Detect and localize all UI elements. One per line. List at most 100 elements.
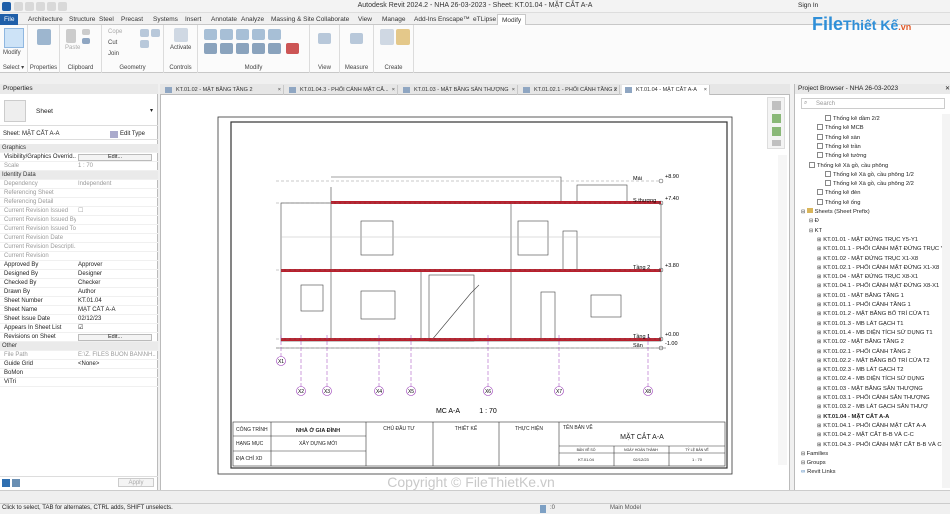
property-row[interactable]: Current Revision Issued By xyxy=(0,216,158,225)
property-row[interactable]: Current Revision Date xyxy=(0,234,158,243)
ribbon-tab-etlipse[interactable]: eTLipse xyxy=(469,14,500,25)
property-row[interactable]: Current Revision Descripti... xyxy=(0,243,158,252)
workset-icon[interactable] xyxy=(540,505,546,513)
browser-schedule-item[interactable]: Thống kê ống xyxy=(817,198,860,208)
property-row[interactable]: Checked By Checker xyxy=(0,279,158,288)
ribbon-tab-massing-site[interactable]: Massing & Site xyxy=(267,14,318,25)
drawing-canvas[interactable]: Mái +8.90 S.thượng +7.40 Tầng 2 +3.80 Tầng 1 +0… xyxy=(160,95,790,490)
property-value[interactable]: ☑ xyxy=(78,324,156,333)
ribbon-tab-analyze[interactable]: Analyze xyxy=(237,14,268,25)
copy-icon[interactable] xyxy=(82,29,90,35)
browser-schedule-item[interactable]: Thống kê sàn xyxy=(817,133,860,143)
paste-icon[interactable] xyxy=(66,29,76,43)
ribbon-tab-precast[interactable]: Precast xyxy=(117,14,147,25)
select-filter-icon[interactable] xyxy=(12,479,20,487)
property-row[interactable]: Drawn By Author xyxy=(0,288,158,297)
edit-type-button[interactable]: Edit Type xyxy=(120,131,145,137)
edit-button[interactable]: Edit... xyxy=(78,334,152,341)
view-tab[interactable]: KT.01.04.3 - PHỐI CẢNH MẶT CẮ... × xyxy=(286,85,398,95)
property-row[interactable]: Sheet Name MẶT CẮT A-A xyxy=(0,306,158,315)
modify-cursor-icon[interactable] xyxy=(4,28,24,48)
edit-button[interactable]: Edit... xyxy=(78,154,152,161)
delete-icon[interactable] xyxy=(286,43,299,54)
browser-sheet-item[interactable]: ⊞ KT.01.03.2 - MB LÁT GẠCH SÂN THƯỢ xyxy=(817,403,928,412)
browser-sheet-item[interactable]: ⊞ KT.01.02 - MẶT BẰNG TẦNG 2 xyxy=(817,338,904,347)
browser-sheet-item[interactable]: ⊞ KT.01.01.2 - MẶT BẰNG BỐ TRÍ CỬA T1 xyxy=(817,310,930,319)
ribbon-tab-annotate[interactable]: Annotate xyxy=(207,14,241,25)
property-row[interactable]: Sheet Issue Date 02/12/23 xyxy=(0,315,158,324)
property-row[interactable]: Designed By Designer xyxy=(0,270,158,279)
property-value[interactable]: Author xyxy=(78,288,156,297)
ribbon-tab-modify[interactable]: Modify xyxy=(497,14,527,25)
browser-schedule-item[interactable]: Thống kê Xà gồ, cầu phông 1/2 xyxy=(825,170,914,180)
property-row[interactable]: Scale 1 : 70 xyxy=(0,162,158,171)
create-group-icon[interactable] xyxy=(396,29,410,45)
chevron-down-icon[interactable]: ▾ xyxy=(150,107,153,114)
browser-sheet-item[interactable]: ⊞ KT.01.04.1 - PHỐI CẢNH MẶT ĐỨNG X8-X1 xyxy=(817,282,939,291)
apply-button[interactable]: Apply xyxy=(118,478,154,487)
property-row[interactable]: Current Revision Issued ☐ xyxy=(0,207,158,216)
browser-sheet-item[interactable]: ⊞ KT.01.04.2 - MẶT CẮT B-B VÀ C-C xyxy=(817,431,914,440)
browser-sheet-item[interactable]: ⊞ KT.01.02.3 - MB LÁT GẠCH T2 xyxy=(817,366,904,375)
activate-icon[interactable] xyxy=(174,28,188,42)
browser-tree-node[interactable]: ⊟ Đ xyxy=(809,217,819,226)
property-value[interactable]: Designer xyxy=(78,270,156,279)
browser-sheet-item[interactable]: ⊞ KT.01.01.4 - MB DIỆN TÍCH SỬ DỤNG T1 xyxy=(817,329,933,338)
move-icon[interactable] xyxy=(204,43,217,54)
browser-tree-node[interactable]: ⊟ Families xyxy=(801,450,828,459)
browser-tree-node[interactable]: ⊟ Sheets (Sheet Prefix) xyxy=(801,208,870,217)
ribbon-tab-architecture[interactable]: Architecture xyxy=(24,14,67,25)
ribbon-tab-file[interactable]: File xyxy=(0,14,19,25)
cut-button[interactable]: Cut xyxy=(108,40,117,46)
ribbon-tab-view[interactable]: View xyxy=(354,14,376,25)
property-row[interactable]: Current Revision Issued To xyxy=(0,225,158,234)
ribbon-tab-systems[interactable]: Systems xyxy=(149,14,182,25)
property-value[interactable]: Approver xyxy=(78,261,156,270)
view-tab[interactable]: KT.01.04 - MẶT CẮT A-A × xyxy=(622,85,710,95)
browser-schedule-item[interactable]: Thống kê dầm 2/2 xyxy=(825,115,880,124)
browser-sheet-item[interactable]: ⊞ KT.01.02.4 - MB DIỆN TÍCH SỬ DỤNG xyxy=(817,375,924,384)
create-assembly-icon[interactable] xyxy=(380,29,394,45)
property-row[interactable]: BoMon xyxy=(0,369,158,378)
ribbon-tab-steel[interactable]: Steel xyxy=(95,14,118,25)
property-row[interactable]: Sheet Number KT.01.04 xyxy=(0,297,158,306)
rotate-icon[interactable] xyxy=(236,43,249,54)
browser-schedule-item[interactable]: Thống kê đèn xyxy=(817,189,860,198)
paste-button[interactable]: Paste xyxy=(65,45,80,51)
property-row[interactable]: Revisions on Sheet Edit... xyxy=(0,333,158,342)
instance-filter[interactable]: Sheet: MẶT CẮT A-A Edit Type xyxy=(0,129,158,140)
type-selector[interactable]: Sheet ▾ xyxy=(0,96,158,126)
mirror-draw-icon[interactable] xyxy=(252,29,265,40)
property-category[interactable]: Graphics xyxy=(0,144,158,153)
ribbon-tab-insert[interactable]: Insert xyxy=(181,14,205,25)
browser-sheet-item[interactable]: ⊞ KT.01.01 - MẶT ĐỨNG TRỤC Y5-Y1 xyxy=(817,236,918,245)
copy-element-icon[interactable] xyxy=(220,43,233,54)
array-icon[interactable] xyxy=(268,43,281,54)
zoom-icon[interactable] xyxy=(772,101,781,110)
split-icon[interactable] xyxy=(268,29,281,40)
property-row[interactable]: Current Revision xyxy=(0,252,158,261)
zoom-region-icon[interactable] xyxy=(772,127,781,136)
browser-sheet-item[interactable]: ⊞ KT.01.01.3 - MB LÁT GẠCH T1 xyxy=(817,320,904,329)
properties-icon[interactable] xyxy=(37,29,51,45)
cut-clipboard-icon[interactable] xyxy=(82,38,90,44)
property-value[interactable]: <None> xyxy=(78,360,156,369)
property-category[interactable]: Identity Data xyxy=(0,171,158,180)
browser-schedule-item[interactable]: Thống kê Xà gồ, cầu phông xyxy=(809,161,888,171)
browser-tree-node[interactable]: ⊟ KT xyxy=(809,227,822,236)
property-category[interactable]: Other xyxy=(0,342,158,351)
property-value[interactable]: 02/12/23 xyxy=(78,315,156,324)
property-row[interactable]: Referencing Detail xyxy=(0,198,158,207)
join-button[interactable]: Join xyxy=(108,51,119,57)
browser-sheet-item[interactable]: ⊞ KT.01.01 - MẶT BẰNG TẦNG 1 xyxy=(817,292,904,301)
close-tab-icon[interactable]: × xyxy=(704,85,707,95)
split-face-icon[interactable] xyxy=(140,40,149,48)
view-tab[interactable]: KT.01.02 - MẶT BẰNG TẦNG 2 × xyxy=(162,85,284,95)
sign-in-link[interactable]: Sign In xyxy=(798,2,818,9)
property-row[interactable]: Referencing Sheet xyxy=(0,189,158,198)
property-value[interactable]: Checker xyxy=(78,279,156,288)
active-model[interactable]: Main Model xyxy=(610,505,641,511)
close-tab-icon[interactable]: × xyxy=(512,85,515,95)
property-row[interactable]: Appears In Sheet List ☑ xyxy=(0,324,158,333)
browser-schedule-item[interactable]: Thống kê tường xyxy=(817,152,867,161)
